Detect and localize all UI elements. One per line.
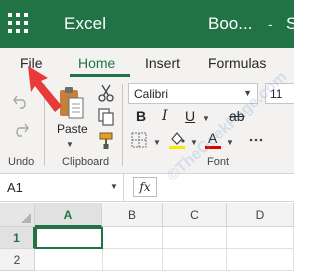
app-launcher-icon[interactable]	[8, 13, 28, 33]
document-name[interactable]: Boo...	[208, 14, 252, 34]
excel-window: Excel Boo... - S File Home Insert Formul…	[0, 0, 294, 271]
cell-b2[interactable]	[103, 249, 163, 271]
font-name-value: Calibri	[134, 87, 169, 101]
name-box-value: A1	[7, 180, 23, 195]
select-all-corner[interactable]	[0, 203, 35, 227]
italic-button[interactable]: I	[162, 108, 168, 124]
redo-icon[interactable]	[12, 122, 30, 140]
fill-color-icon[interactable]	[168, 130, 186, 150]
cell-d1[interactable]	[227, 227, 294, 249]
paste-button-label[interactable]: Paste	[57, 122, 88, 136]
bold-button[interactable]: B	[136, 108, 146, 124]
underline-chevron-icon[interactable]: ▼	[202, 114, 210, 123]
group-divider	[122, 84, 123, 166]
undo-group-label: Undo	[8, 156, 35, 168]
more-font-options-icon[interactable]	[248, 132, 264, 148]
title-separator: -	[268, 16, 273, 32]
tab-insert[interactable]: Insert	[145, 55, 180, 71]
clipboard-group-label: Clipboard	[62, 156, 110, 168]
cell-a1[interactable]	[35, 227, 103, 249]
cell-b1[interactable]	[103, 227, 163, 249]
row-header-2[interactable]: 2	[0, 249, 35, 271]
formula-bar: A1 ▼ fx	[0, 174, 294, 202]
font-name-select[interactable]: Calibri ▼	[128, 83, 258, 104]
annotation-arrow-icon	[28, 66, 62, 112]
borders-chevron-icon[interactable]: ▼	[153, 138, 161, 147]
column-header-a[interactable]: A	[35, 203, 102, 227]
tab-formulas[interactable]: Formulas	[208, 55, 266, 71]
tab-home[interactable]: Home	[78, 55, 115, 71]
insert-function-button[interactable]: fx	[133, 177, 157, 197]
spreadsheet-grid: A B C D 1 2	[0, 203, 294, 271]
borders-icon[interactable]	[131, 132, 149, 148]
cut-icon[interactable]	[98, 84, 114, 102]
underline-button[interactable]: U	[185, 108, 195, 124]
cell-a2[interactable]	[35, 249, 103, 271]
save-status: S	[286, 14, 294, 33]
format-painter-icon[interactable]	[98, 132, 114, 150]
cell-d2[interactable]	[227, 249, 294, 271]
cell-c2[interactable]	[163, 249, 227, 271]
chevron-down-icon[interactable]: ▼	[110, 182, 118, 191]
name-box[interactable]: A1 ▼	[0, 174, 124, 201]
column-header-c[interactable]: C	[163, 203, 227, 227]
row-header-1[interactable]: 1	[0, 227, 35, 249]
app-name[interactable]: Excel	[64, 14, 106, 34]
formula-input[interactable]	[164, 178, 294, 198]
font-group-label: Font	[207, 156, 230, 168]
title-bar: Excel Boo... - S	[0, 0, 294, 48]
paste-chevron-icon[interactable]: ▼	[66, 140, 74, 149]
column-header-b[interactable]: B	[102, 203, 163, 227]
cell-c1[interactable]	[163, 227, 227, 249]
column-header-d[interactable]: D	[227, 203, 294, 227]
copy-icon[interactable]	[98, 108, 114, 126]
